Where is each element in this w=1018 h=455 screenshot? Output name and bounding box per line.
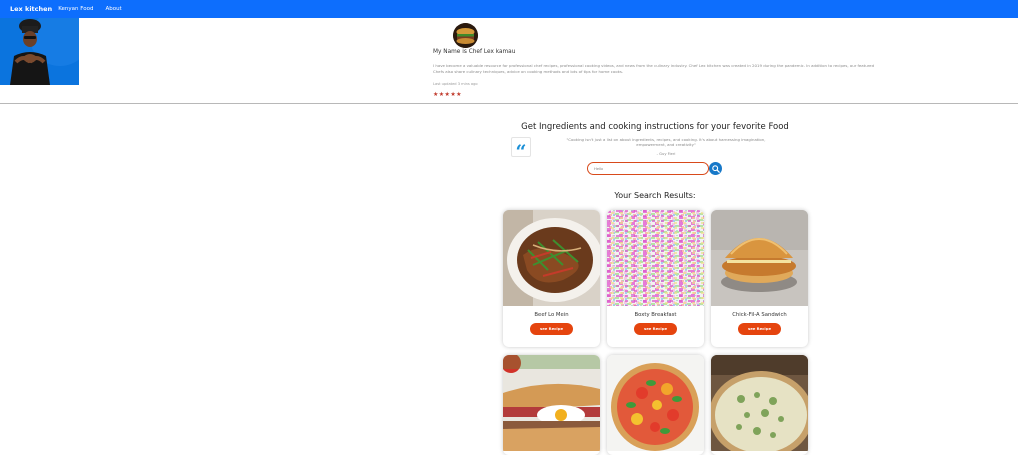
recipe-card bbox=[607, 355, 704, 455]
chef-name-heading: My Name is Chef Lex kamau bbox=[433, 49, 516, 55]
quote-text: "Cooking isn't just a list on about ingr… bbox=[566, 137, 766, 148]
recipe-card: Boxty Breakfast see Recipe bbox=[607, 210, 704, 347]
top-navbar: Lex kitchen Kenyan Food About bbox=[0, 0, 1018, 18]
recipe-card-title: Beef Lo Mein bbox=[534, 312, 569, 318]
rating-stars: ★★★★★ bbox=[433, 91, 462, 98]
search-input[interactable] bbox=[587, 162, 709, 175]
section-divider bbox=[0, 103, 1018, 104]
chef-photo bbox=[0, 18, 79, 85]
chef-bio-text: I have become a valuable resource for pr… bbox=[433, 63, 875, 74]
quote-icon: “ bbox=[511, 137, 531, 163]
recipe-card bbox=[503, 355, 600, 455]
see-recipe-button[interactable]: see Recipe bbox=[634, 323, 677, 335]
nav-link-about[interactable]: About bbox=[105, 6, 121, 12]
brand-logo[interactable]: Lex kitchen bbox=[10, 5, 52, 13]
boxty-breakfast-image bbox=[607, 210, 704, 306]
search-button[interactable] bbox=[709, 162, 722, 175]
search-results-title: Your Search Results: bbox=[614, 191, 696, 200]
egg-sandwich-image bbox=[503, 355, 600, 451]
beef-lo-mein-image bbox=[503, 210, 600, 306]
chef-avatar bbox=[453, 23, 478, 48]
recipe-card bbox=[711, 355, 808, 455]
last-updated-text: Last updated 3 mins ago bbox=[433, 82, 478, 86]
quiche-image bbox=[711, 355, 808, 451]
see-recipe-button[interactable]: see Recipe bbox=[530, 323, 573, 335]
nav-link-kenyan-food[interactable]: Kenyan Food bbox=[58, 6, 93, 12]
recipe-card: Beef Lo Mein see Recipe bbox=[503, 210, 600, 347]
chicken-sandwich-image bbox=[711, 210, 808, 306]
page-headline: Get Ingredients and cooking instructions… bbox=[521, 122, 789, 132]
see-recipe-button[interactable]: see Recipe bbox=[738, 323, 781, 335]
recipe-card: Chick-Fil-A Sandwich see Recipe bbox=[711, 210, 808, 347]
search-icon bbox=[711, 164, 720, 173]
pizza-image bbox=[607, 355, 704, 451]
recipe-card-title: Chick-Fil-A Sandwich bbox=[732, 312, 787, 318]
quote-author: - Guy Fieri bbox=[656, 152, 676, 156]
recipe-card-title: Boxty Breakfast bbox=[634, 312, 677, 318]
